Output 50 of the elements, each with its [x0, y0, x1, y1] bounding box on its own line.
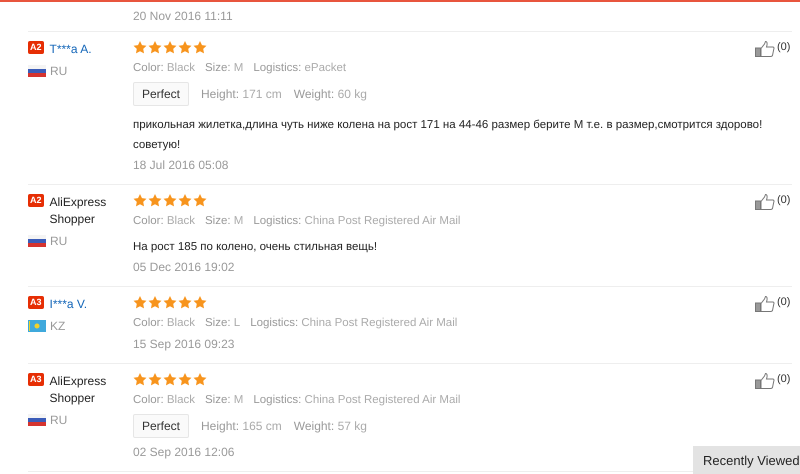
like-count: (0) — [777, 194, 790, 206]
like-count: (0) — [777, 373, 790, 385]
review-text: прикольная жилетка,длина чуть ниже колена на рост 171 на 44-46 размер берите М т.е. в размер,смотрится здорово! советую! — [133, 118, 764, 153]
fit-tag: Perfect — [133, 414, 190, 438]
reviewer-name[interactable]: T***a A. — [50, 41, 92, 58]
product-attribute: Color: Black — [133, 316, 196, 330]
review-date: 18 Jul 2016 05:08 — [133, 158, 228, 172]
thumbs-up-icon[interactable] — [755, 373, 775, 389]
country-code: RU — [50, 234, 68, 248]
product-attribute: Logistics: China Post Registered Air Mail — [253, 393, 460, 407]
recently-viewed-tab[interactable]: Recently Viewed — [693, 446, 800, 474]
reviewer-name: AliExpress Shopper — [50, 373, 108, 407]
body-measure: Weight: 60 kg — [294, 87, 367, 101]
product-attribute: Size: L — [205, 316, 240, 330]
flag-icon — [28, 414, 46, 426]
level-badge: A2 — [28, 194, 44, 207]
body-measure: Height: 165 cm — [201, 419, 282, 433]
level-badge: A3 — [28, 296, 44, 309]
product-attribute: Color: Black — [133, 393, 196, 407]
like-count: (0) — [777, 296, 790, 308]
level-badge: A2 — [28, 41, 44, 54]
country-code: RU — [50, 64, 68, 78]
country-code: RU — [50, 413, 68, 427]
flag-icon — [28, 65, 46, 77]
body-measure: Height: 171 cm — [201, 87, 282, 101]
review-date: 20 Nov 2016 11:11 — [133, 9, 233, 23]
level-badge: A3 — [28, 373, 44, 386]
body-measure: Weight: 57 kg — [294, 419, 367, 433]
product-attribute: Size: M — [205, 214, 244, 228]
thumbs-up-icon[interactable] — [755, 41, 775, 57]
product-attribute: Logistics: China Post Registered Air Mail — [253, 214, 460, 228]
product-attribute: Color: Black — [133, 214, 196, 228]
country-code: KZ — [50, 319, 66, 333]
flag-icon — [28, 235, 46, 247]
product-attribute: Size: M — [205, 61, 244, 75]
review-date: 02 Sep 2016 12:06 — [133, 445, 234, 459]
reviewer-name[interactable]: I***a V. — [50, 296, 88, 313]
product-attribute: Logistics: China Post Registered Air Mail — [250, 316, 458, 330]
review-date: 05 Dec 2016 19:02 — [133, 260, 234, 274]
like-count: (0) — [777, 41, 790, 53]
review-text: На рост 185 по колено, очень стильная вещь! — [133, 240, 378, 255]
flag-icon — [28, 320, 46, 332]
product-attribute: Color: Black — [133, 61, 196, 75]
reviewer-name: AliExpress Shopper — [50, 194, 108, 228]
product-attribute: Size: M — [205, 393, 244, 407]
product-attribute: Logistics: ePacket — [253, 61, 346, 75]
fit-tag: Perfect — [133, 82, 190, 106]
thumbs-up-icon[interactable] — [755, 194, 775, 210]
thumbs-up-icon[interactable] — [755, 296, 775, 312]
review-date: 15 Sep 2016 09:23 — [133, 337, 234, 351]
